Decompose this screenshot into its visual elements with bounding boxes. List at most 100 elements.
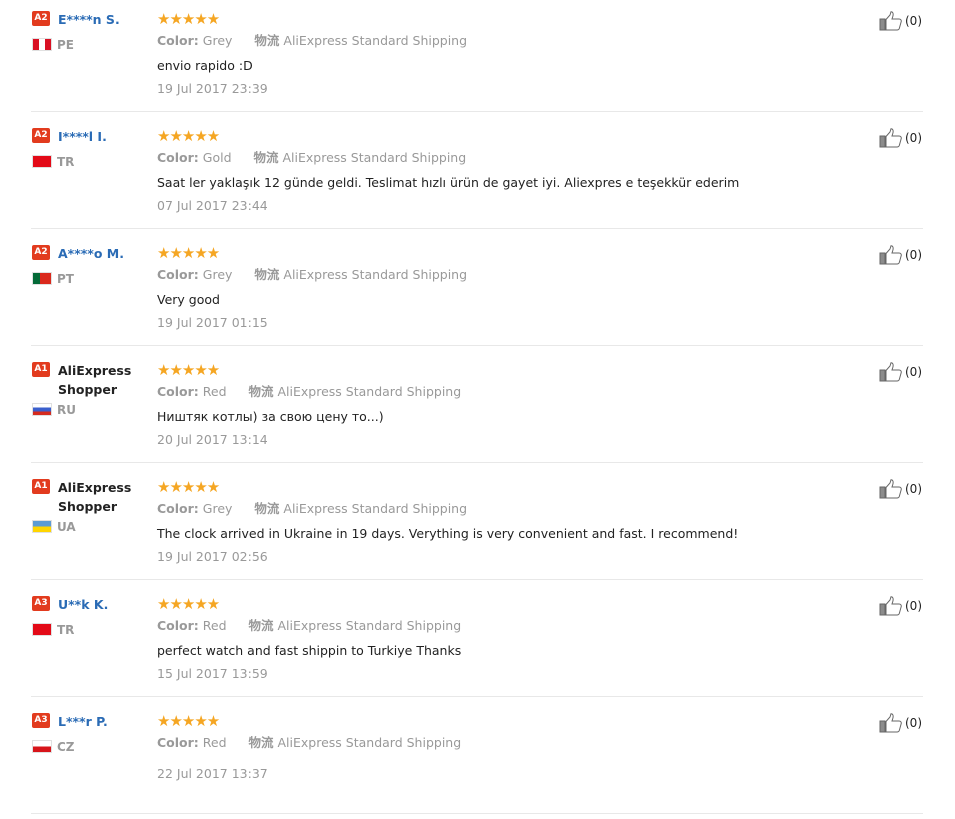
color-label: Color: [157,150,199,165]
country-code: PE [57,38,74,52]
order-info: Color: Gold 物流 AliExpress Standard Shipp… [157,150,466,166]
review-item: A2 I****l I. TR ★★★★★ Color: Gold 物流 Ali… [0,117,955,234]
logistics-label: 物流 [254,501,280,516]
rating-stars: ★★★★★ [157,595,220,613]
review-text: perfect watch and fast shippin to Turkiy… [157,643,462,658]
buyer-name[interactable]: AliExpress Shopper [58,478,138,516]
rating-stars: ★★★★★ [157,712,220,730]
country-code: TR [57,155,75,169]
review-date: 19 Jul 2017 02:56 [157,549,268,564]
shipping-method: AliExpress Standard Shipping [277,384,462,399]
logistics-label: 物流 [248,384,274,399]
review-divider [31,111,923,112]
country-flag-icon [32,520,52,533]
logistics-label: 物流 [253,150,279,165]
country-code: RU [57,403,76,417]
order-info: Color: Grey 物流 AliExpress Standard Shipp… [157,267,467,283]
buyer-name[interactable]: A****o M. [58,244,138,263]
review-text: Very good [157,292,220,307]
shipping-method: AliExpress Standard Shipping [277,735,462,750]
review-item: A3 L***r P. CZ ★★★★★ Color: Red 物流 AliEx… [0,702,955,819]
buyer-level-badge: A1 [32,362,50,377]
buyer-name[interactable]: U**k K. [58,595,138,614]
country-flag-icon [32,403,52,416]
helpful-button[interactable]: (0) [879,244,922,265]
helpful-button[interactable]: (0) [879,478,922,499]
review-text: Ништяк котлы) за свою цену то...) [157,409,384,424]
review-date: 07 Jul 2017 23:44 [157,198,268,213]
color-value: Gold [202,150,232,165]
logistics-label: 物流 [254,33,280,48]
color-label: Color: [157,501,199,516]
country-code: UA [57,520,76,534]
shipping-method: AliExpress Standard Shipping [283,501,468,516]
color-value: Grey [202,33,233,48]
review-divider [31,813,923,814]
review-divider [31,228,923,229]
order-info: Color: Red 物流 AliExpress Standard Shippi… [157,735,461,751]
buyer-level-badge: A3 [32,713,50,728]
order-info: Color: Red 物流 AliExpress Standard Shippi… [157,384,461,400]
color-label: Color: [157,33,199,48]
color-label: Color: [157,618,199,633]
buyer-level-badge: A1 [32,479,50,494]
buyer-level-badge: A2 [32,128,50,143]
review-date: 19 Jul 2017 01:15 [157,315,268,330]
shipping-method: AliExpress Standard Shipping [283,33,468,48]
country-flag-icon [32,272,52,285]
order-info: Color: Red 物流 AliExpress Standard Shippi… [157,618,461,634]
rating-stars: ★★★★★ [157,10,220,28]
buyer-level-badge: A2 [32,11,50,26]
helpful-button[interactable]: (0) [879,127,922,148]
order-info: Color: Grey 物流 AliExpress Standard Shipp… [157,501,467,517]
buyer-level-badge: A3 [32,596,50,611]
review-divider [31,462,923,463]
review-divider [31,696,923,697]
review-date: 20 Jul 2017 13:14 [157,432,268,447]
rating-stars: ★★★★★ [157,361,220,379]
shipping-method: AliExpress Standard Shipping [283,267,468,282]
logistics-label: 物流 [254,267,280,282]
color-value: Grey [202,267,233,282]
helpful-button[interactable]: (0) [879,595,922,616]
review-item: A2 E****n S. PE ★★★★★ Color: Grey 物流 Ali… [0,0,955,117]
buyer-name[interactable]: L***r P. [58,712,138,731]
rating-stars: ★★★★★ [157,127,220,145]
country-flag-icon [32,740,52,753]
helpful-count: (0) [905,481,922,496]
helpful-count: (0) [905,13,922,28]
country-code: CZ [57,740,75,754]
thumbs-up-icon [879,10,902,30]
buyer-name[interactable]: E****n S. [58,10,138,29]
country-flag-icon [32,38,52,51]
color-value: Red [202,735,227,750]
review-text: The clock arrived in Ukraine in 19 days.… [157,526,739,541]
color-label: Color: [157,735,199,750]
rating-stars: ★★★★★ [157,244,220,262]
review-item: A1 AliExpress Shopper RU ★★★★★ Color: Re… [0,351,955,468]
helpful-count: (0) [905,130,922,145]
color-label: Color: [157,384,199,399]
helpful-button[interactable]: (0) [879,10,922,31]
shipping-method: AliExpress Standard Shipping [282,150,467,165]
buyer-level-badge: A2 [32,245,50,260]
country-code: PT [57,272,74,286]
helpful-count: (0) [905,598,922,613]
order-info: Color: Grey 物流 AliExpress Standard Shipp… [157,33,467,49]
thumbs-up-icon [879,595,902,615]
buyer-name[interactable]: AliExpress Shopper [58,361,138,399]
color-label: Color: [157,267,199,282]
review-text: Saat ler yaklaşık 12 günde geldi. Teslim… [157,175,740,190]
review-item: A2 A****o M. PT ★★★★★ Color: Grey 物流 Ali… [0,234,955,351]
country-flag-icon [32,155,52,168]
color-value: Red [202,384,227,399]
buyer-name[interactable]: I****l I. [58,127,138,146]
shipping-method: AliExpress Standard Shipping [277,618,462,633]
review-divider [31,345,923,346]
country-code: TR [57,623,75,637]
thumbs-up-icon [879,712,902,732]
helpful-button[interactable]: (0) [879,712,922,733]
review-item: A3 U**k K. TR ★★★★★ Color: Red 物流 AliExp… [0,585,955,702]
country-flag-icon [32,623,52,636]
helpful-button[interactable]: (0) [879,361,922,382]
